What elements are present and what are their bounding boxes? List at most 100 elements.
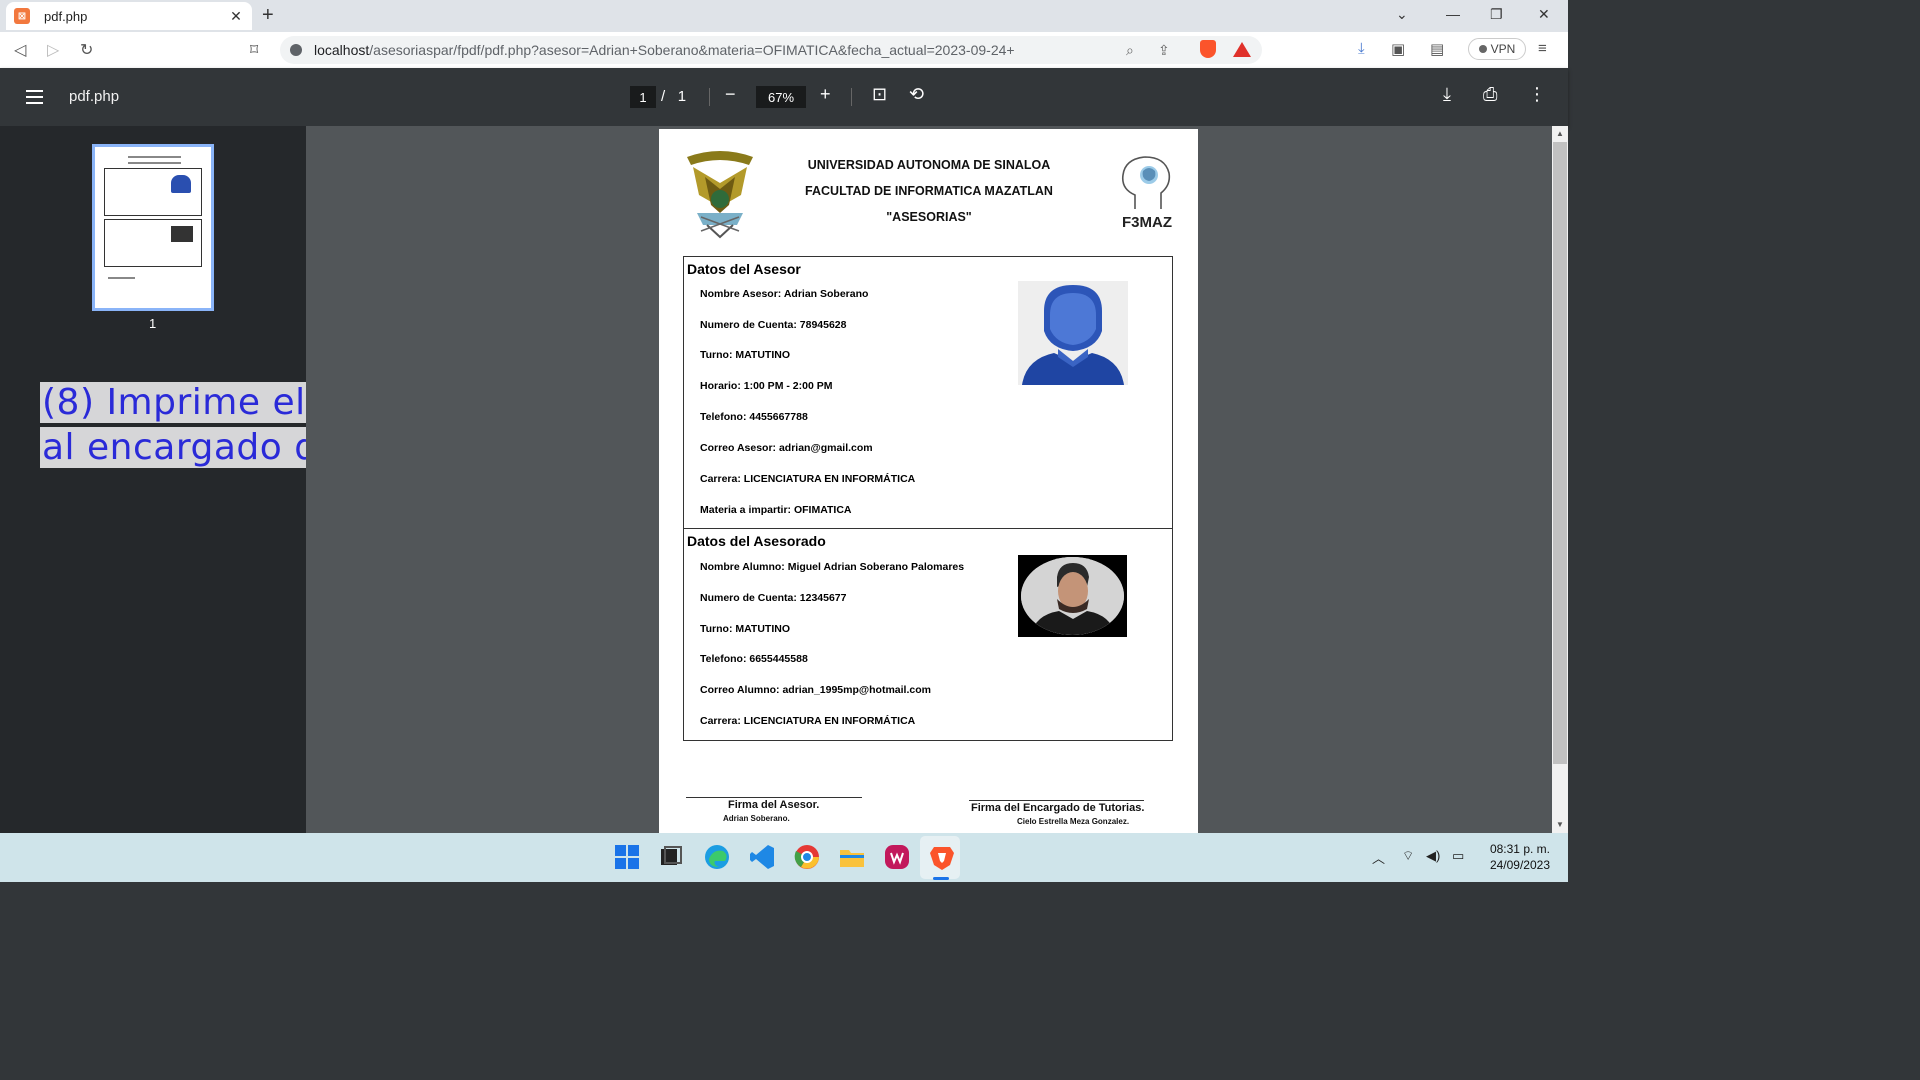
wifi-icon[interactable]: ⌔: [1402, 848, 1414, 864]
clock-time: 08:31 p. m.: [1489, 842, 1550, 856]
url-path: /asesoriaspar/fpdf/pdf.php?asesor=Adrian…: [369, 42, 1015, 58]
asesor-career-field: Carrera: LICENCIATURA EN INFORMÁTICA: [700, 473, 916, 485]
alumno-shift-field: Turno: MATUTINO: [700, 623, 791, 635]
uas-logo-icon: [687, 151, 753, 239]
taskbar: ︿ ⌔ ◀) ▭ 08:31 p. m. 24/09/2023: [0, 833, 1568, 882]
total-pages: 1: [677, 88, 687, 105]
active-indicator: [933, 877, 949, 880]
maximize-button[interactable]: ❐: [1490, 6, 1503, 23]
downloads-icon[interactable]: ⤓: [1358, 40, 1365, 57]
zoom-in-button[interactable]: +: [820, 84, 831, 105]
tutoring-signature-line: [969, 800, 1144, 801]
zoom-input[interactable]: 67%: [756, 86, 806, 108]
advisor-signature-name: Adrian Soberano.: [723, 814, 790, 823]
url-host: localhost: [314, 42, 370, 58]
fimaz-head-icon: [1121, 156, 1171, 209]
system-clock[interactable]: 08:31 p. m. 24/09/2023: [1482, 841, 1550, 873]
edge-browser-icon[interactable]: [703, 843, 731, 871]
back-button[interactable]: ◁: [14, 40, 26, 60]
asesor-section: Datos del Asesor Nombre Asesor: Adrian S…: [683, 256, 1173, 529]
sidebar-menu-icon[interactable]: [26, 90, 43, 104]
alumno-phone-field: Telefono: 6655445588: [700, 653, 808, 665]
clock-date: 24/09/2023: [1489, 858, 1550, 872]
vpn-status-icon: [1478, 45, 1487, 53]
scroll-up-icon[interactable]: ▲: [1556, 129, 1564, 138]
brave-browser-icon[interactable]: [928, 843, 956, 871]
scroll-down-icon[interactable]: ▼: [1556, 820, 1564, 829]
battery-icon[interactable]: ▭: [1452, 848, 1464, 864]
bookmark-icon[interactable]: ⌑: [250, 40, 258, 60]
messaging-app-icon[interactable]: [883, 843, 911, 871]
asesor-phone-field: Telefono: 4455667788: [700, 411, 808, 423]
page-number-input[interactable]: 1: [630, 86, 656, 108]
asesor-subject-field: Materia a impartir: OFIMATICA: [700, 504, 852, 516]
rotate-icon[interactable]: ⟲: [909, 84, 924, 105]
asesorado-section-title: Datos del Asesorado: [687, 533, 826, 549]
tab-title: pdf.php: [44, 8, 88, 24]
alumno-email-field: Correo Alumno: adrian_1995mp@hotmail.com: [700, 684, 931, 696]
browser-titlebar: ⊠ pdf.php ✕ + ⌄ — ❐ ✕ ◁ ▷ ↻ ⌑ localhost …: [0, 0, 1568, 68]
scrollbar-thumb[interactable]: [1553, 142, 1567, 764]
task-view-icon[interactable]: [657, 843, 685, 871]
page-thumbnail[interactable]: [92, 144, 214, 311]
vpn-button[interactable]: VPN: [1468, 38, 1526, 60]
xampp-favicon-icon: ⊠: [14, 8, 30, 24]
fimaz-logo: F3MAZ: [1111, 155, 1183, 231]
faculty-title: FACULTAD DE INFORMATICA MAZATLAN: [805, 184, 1053, 198]
asesor-avatar-icon: [1018, 281, 1128, 385]
show-hidden-icons-chevron-icon[interactable]: ︿: [1372, 848, 1385, 867]
forward-button[interactable]: ▷: [47, 40, 59, 60]
sidebar-toggle-icon[interactable]: ▣: [1391, 40, 1405, 58]
student-portrait-icon: [1021, 557, 1124, 635]
wallet-icon[interactable]: ▤: [1430, 40, 1444, 58]
asesor-account-field: Numero de Cuenta: 78945628: [700, 319, 847, 331]
university-title: UNIVERSIDAD AUTONOMA DE SINALOA: [807, 158, 1051, 172]
divider: [709, 88, 710, 106]
address-toolbar: ◁ ▷ ↻ ⌑ localhost /asesoriaspar/fpdf/pdf…: [0, 32, 1568, 68]
pdf-page: UNIVERSIDAD AUTONOMA DE SINALOA FACULTAD…: [659, 129, 1198, 833]
tutoring-signature-title: Firma del Encargado de Tutorias.: [971, 802, 1145, 814]
asesor-schedule-field: Horario: 1:00 PM - 2:00 PM: [700, 380, 833, 392]
fimaz-logo-text: F3MAZ: [1122, 214, 1172, 231]
close-window-button[interactable]: ✕: [1538, 6, 1550, 23]
asesor-shift-field: Turno: MATUTINO: [700, 349, 791, 361]
brave-rewards-icon[interactable]: [1233, 42, 1251, 57]
divider: [851, 88, 852, 106]
download-icon[interactable]: ⤓: [1443, 84, 1451, 105]
viewer-scrollbar[interactable]: ▲ ▼: [1552, 126, 1568, 833]
alumno-career-field: Carrera: LICENCIATURA EN INFORMÁTICA: [700, 715, 916, 727]
menu-icon[interactable]: ≡: [1538, 40, 1547, 57]
volume-icon[interactable]: ◀): [1426, 848, 1440, 864]
asesor-email-field: Correo Asesor: adrian@gmail.com: [700, 442, 873, 454]
fit-page-icon[interactable]: ⊡: [872, 84, 887, 105]
asesor-name-field: Nombre Asesor: Adrian Soberano: [700, 288, 869, 300]
alumno-account-field: Numero de Cuenta: 12345677: [700, 592, 847, 604]
page-separator: /: [661, 88, 666, 105]
file-explorer-icon[interactable]: [838, 843, 866, 871]
reload-button[interactable]: ↻: [80, 40, 93, 60]
address-bar[interactable]: localhost /asesoriaspar/fpdf/pdf.php?ase…: [280, 36, 1262, 64]
minimize-button[interactable]: —: [1446, 6, 1460, 22]
tutoring-signature-name: Cielo Estrella Meza Gonzalez.: [1017, 817, 1130, 826]
advisor-signature-line: [686, 797, 862, 798]
more-actions-icon[interactable]: ⋮: [1528, 84, 1546, 105]
pdf-toolbar: pdf.php 1 / 1 − 67% + ⊡ ⟲ ⤓ ⎙ ⋮: [0, 68, 1568, 126]
tab-search-chevron-icon[interactable]: ⌄: [1396, 6, 1408, 23]
zoom-out-button[interactable]: −: [725, 84, 736, 105]
page-count: / 1: [661, 88, 686, 105]
zoom-icon[interactable]: ⌕: [1126, 42, 1134, 59]
new-tab-button[interactable]: +: [262, 4, 274, 27]
share-icon[interactable]: ⇪: [1158, 42, 1170, 59]
close-tab-icon[interactable]: ✕: [228, 8, 244, 25]
vscode-icon[interactable]: [748, 843, 776, 871]
document-subtitle: "ASESORIAS": [886, 210, 972, 224]
print-icon[interactable]: ⎙: [1483, 84, 1497, 105]
chrome-icon[interactable]: [793, 843, 821, 871]
browser-tab[interactable]: ⊠ pdf.php ✕: [6, 2, 252, 30]
advisor-signature-title: Firma del Asesor.: [728, 799, 820, 811]
brave-shields-icon[interactable]: [1200, 40, 1216, 58]
thumbnail-sidebar: 1: [0, 126, 306, 833]
vpn-label: VPN: [1490, 42, 1516, 56]
site-info-icon[interactable]: [290, 44, 302, 56]
windows-start-icon[interactable]: [613, 843, 641, 871]
